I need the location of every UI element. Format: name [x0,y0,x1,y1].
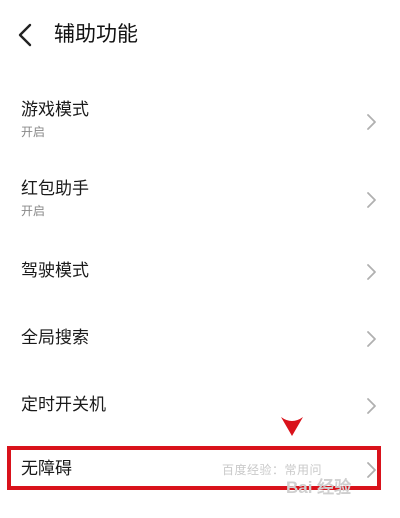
item-label: 游戏模式 [21,100,89,120]
chevron-right-icon [367,398,376,414]
settings-item-scheduled-power[interactable]: 定时开关机 [0,386,400,426]
item-label: 红包助手 [21,179,89,199]
settings-item-game-mode[interactable]: 游戏模式 开启 [0,95,400,150]
chevron-right-icon [367,331,376,347]
item-label: 定时开关机 [21,395,106,415]
page-title: 辅助功能 [54,22,138,46]
settings-item-driving-mode[interactable]: 驾驶模式 [0,252,400,292]
back-arrow-icon[interactable] [14,22,38,48]
item-status: 开启 [21,125,46,139]
watermark-logo: Bai 经验 [286,478,352,497]
settings-item-red-packet-assistant[interactable]: 红包助手 开启 [0,174,400,229]
pointer-triangle-icon [281,417,303,436]
chevron-right-icon [367,192,376,208]
chevron-right-icon [367,264,376,280]
item-label: 全局搜索 [21,328,89,348]
item-status: 开启 [21,204,46,218]
chevron-right-icon [367,114,376,130]
watermark-text: 百度经验：常用问 [222,463,323,477]
top-bar: 辅助功能 [0,0,400,70]
settings-item-global-search[interactable]: 全局搜索 [0,318,400,358]
item-label: 驾驶模式 [21,261,89,281]
